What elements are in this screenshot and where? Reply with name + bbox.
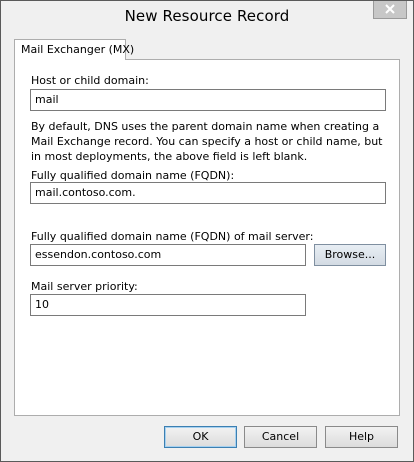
tab-mail-exchanger[interactable]: Mail Exchanger (MX) (14, 39, 134, 60)
close-button[interactable] (373, 1, 407, 19)
title-bar: New Resource Record (1, 1, 413, 33)
host-input[interactable]: mail (30, 89, 386, 111)
cancel-button[interactable]: Cancel (244, 426, 317, 448)
priority-label: Mail server priority: (31, 280, 138, 293)
help-button[interactable]: Help (325, 426, 398, 448)
dialog-window: New Resource Record Mail Exchanger (MX) … (0, 0, 414, 462)
mail-server-label: Fully qualified domain name (FQDN) of ma… (31, 230, 314, 243)
description-text: By default, DNS uses the parent domain n… (31, 120, 383, 163)
fqdn-label: Fully qualified domain name (FQDN): (31, 169, 235, 182)
mail-server-input[interactable]: essendon.contoso.com (30, 244, 306, 266)
priority-input[interactable]: 10 (30, 294, 306, 316)
close-icon (385, 4, 395, 14)
window-title: New Resource Record (124, 7, 290, 25)
fqdn-field: mail.contoso.com. (30, 182, 386, 204)
ok-button[interactable]: OK (164, 426, 237, 448)
host-label: Host or child domain: (31, 74, 149, 87)
browse-button[interactable]: Browse... (314, 244, 386, 266)
tab-label: Mail Exchanger (MX) (21, 43, 135, 56)
